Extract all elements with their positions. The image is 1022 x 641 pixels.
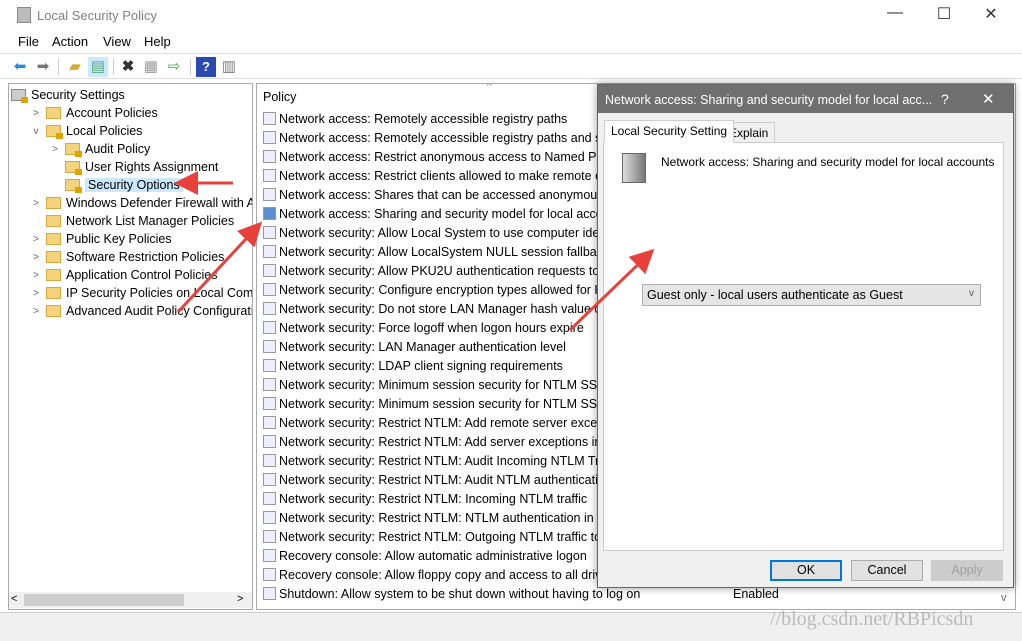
tab-local-security-setting[interactable]: Local Security Setting: [604, 120, 735, 143]
annotation-arrows: [174, 171, 655, 332]
arrow-to-dropdown: [568, 248, 655, 332]
arrow-to-policy-row: [176, 221, 263, 314]
